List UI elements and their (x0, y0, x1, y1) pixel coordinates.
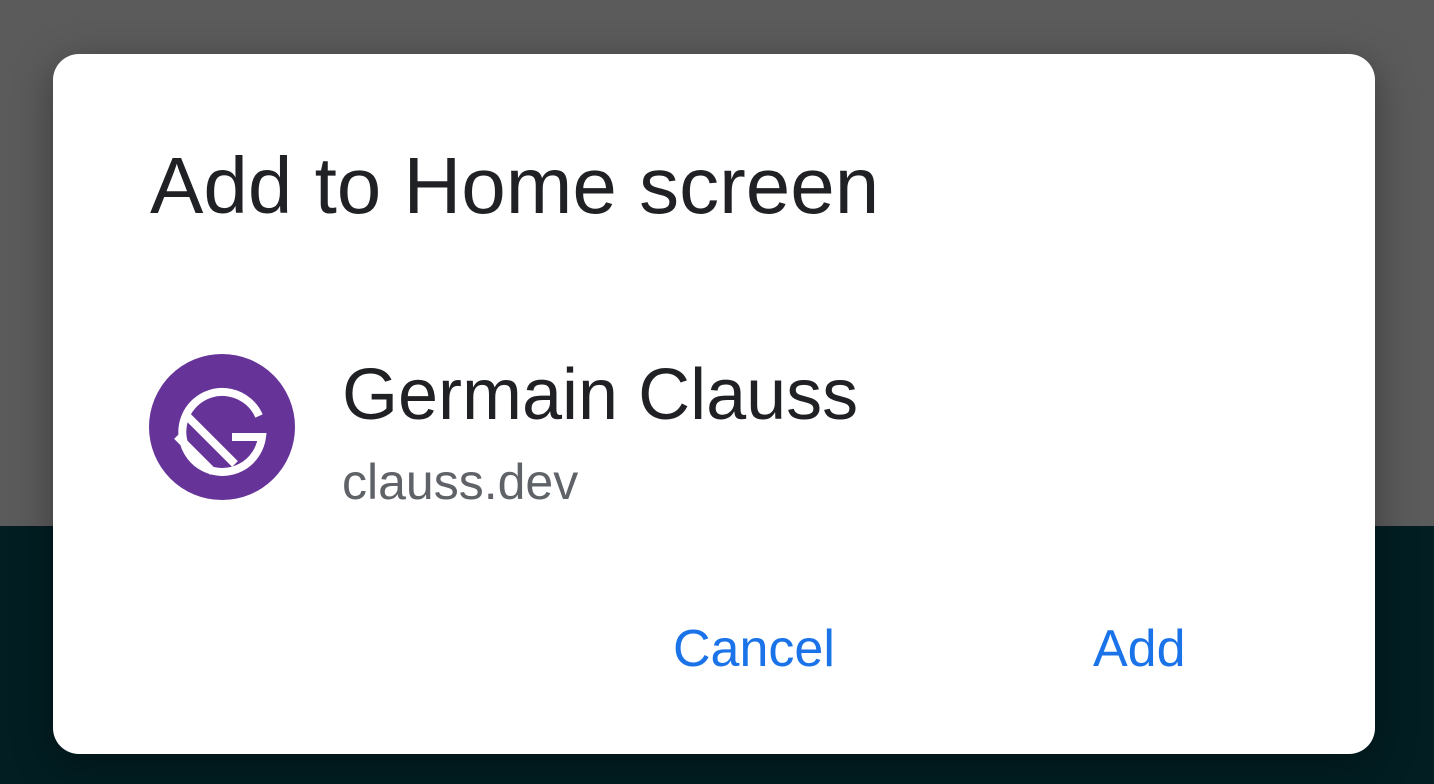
add-button[interactable]: Add (1093, 614, 1186, 684)
dialog-title: Add to Home screen (150, 141, 880, 230)
gatsby-logo-icon (149, 354, 295, 500)
cancel-button[interactable]: Cancel (673, 614, 835, 684)
app-name: Germain Clauss (342, 355, 859, 435)
add-to-home-dialog: Add to Home screen Germain Clauss clauss… (53, 54, 1375, 754)
app-url: clauss.dev (342, 454, 579, 510)
